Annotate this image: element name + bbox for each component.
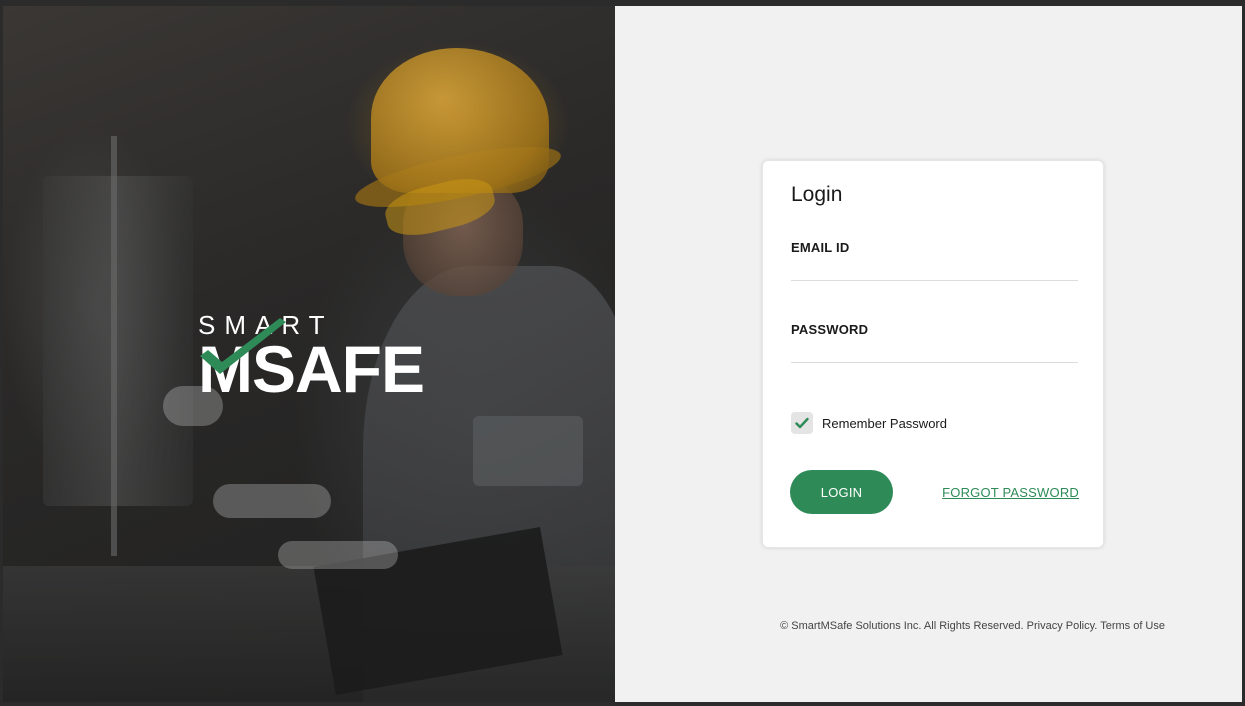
remember-password-checkbox[interactable] [791,412,813,434]
machine-rod-shape [111,136,117,556]
remember-password-row: Remember Password [791,412,947,434]
login-panel: Login EMAIL ID PASSWORD Remember Passwor… [615,6,1242,702]
app-frame: SMART MSAFE Login EMAIL ID PASSWORD Reme… [3,6,1242,702]
overall-pocket-shape [473,416,583,486]
login-card: Login EMAIL ID PASSWORD Remember Passwor… [762,160,1104,548]
hero-image-panel: SMART MSAFE [3,6,615,702]
login-title: Login [791,183,843,206]
remember-password-label: Remember Password [822,415,947,431]
email-label: EMAIL ID [791,240,850,255]
terms-of-use-link[interactable]: Terms of Use [1100,620,1165,632]
password-field[interactable] [791,337,1078,363]
light-blur-shape [213,484,331,518]
hard-hat-shape [371,48,549,193]
checkmark-logo-icon [200,318,286,374]
login-button[interactable]: LOGIN [790,470,893,514]
check-icon [795,417,809,429]
light-blur-shape [278,541,398,569]
machine-shape [43,176,193,506]
privacy-policy-link[interactable]: Privacy Policy. [1027,620,1098,632]
copyright-text: © SmartMSafe Solutions Inc. All Rights R… [780,620,1024,632]
email-field[interactable] [791,255,1078,281]
password-label: PASSWORD [791,322,869,337]
forgot-password-link[interactable]: FORGOT PASSWORD [942,485,1079,500]
footer: © SmartMSafe Solutions Inc. All Rights R… [615,620,1165,632]
smartmsafe-logo: SMART MSAFE [198,310,428,410]
